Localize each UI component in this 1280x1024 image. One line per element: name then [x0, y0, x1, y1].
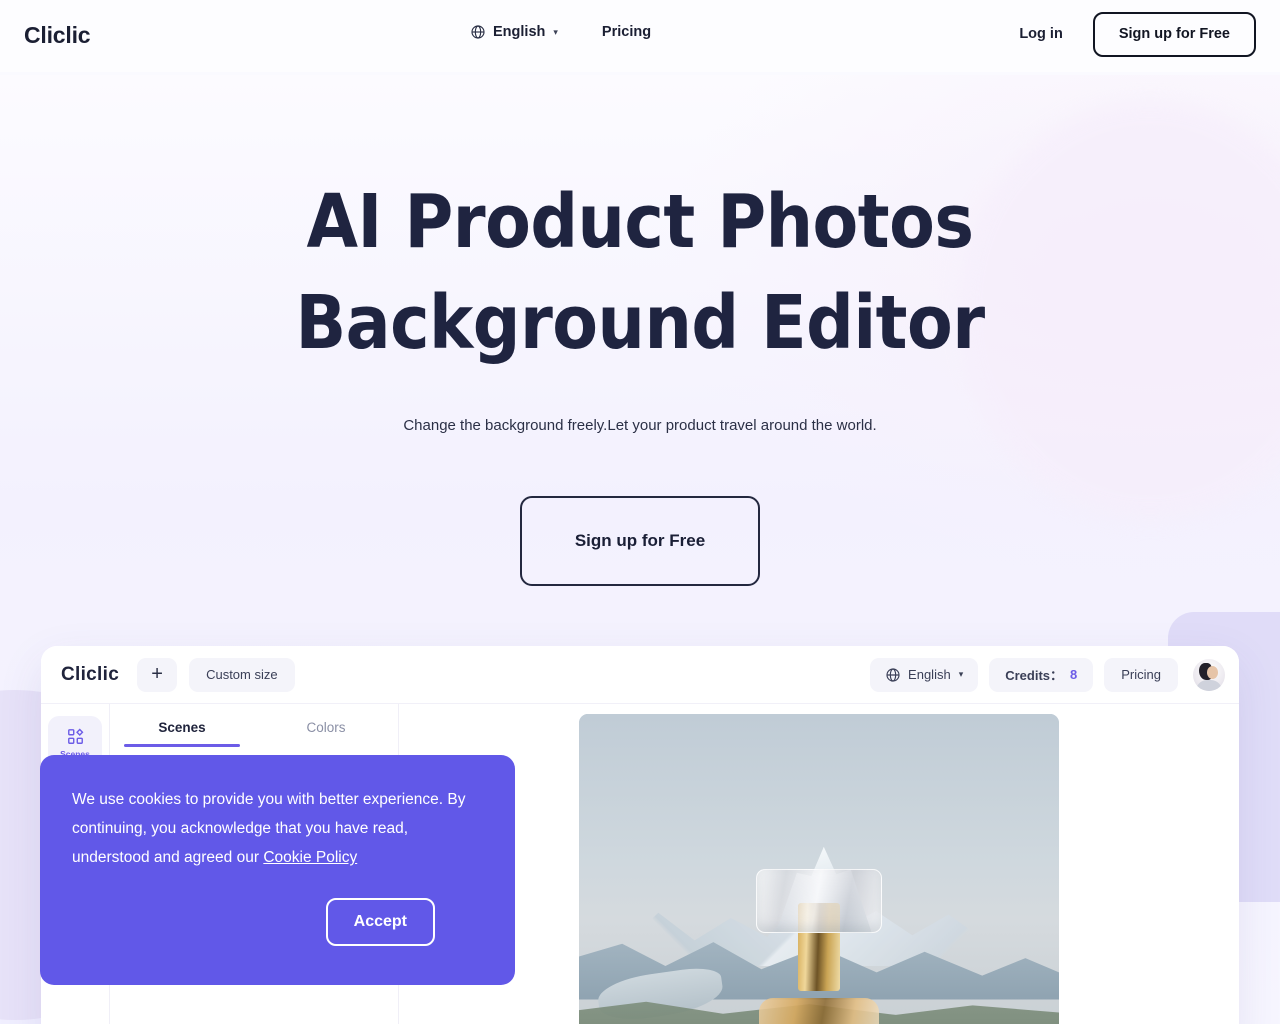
- add-project-button[interactable]: +: [137, 657, 178, 692]
- chevron-down-icon: ▾: [553, 26, 558, 37]
- avatar-body: [1196, 679, 1222, 691]
- hero-section: AI Product Photos Background Editor Chan…: [0, 72, 1280, 587]
- app-toolbar: Cliclic + Custom size English ▾ Credits：…: [41, 646, 1239, 704]
- cookie-consent-banner: We use cookies to provide you with bette…: [40, 755, 515, 985]
- perfume-bottle: [753, 841, 885, 1024]
- credits-chip[interactable]: Credits： 8: [989, 657, 1094, 692]
- app-language-selector[interactable]: English ▾: [870, 657, 979, 692]
- avatar[interactable]: [1193, 658, 1225, 691]
- bottle-cap: [756, 869, 882, 933]
- cookie-policy-link[interactable]: Cookie Policy: [263, 849, 357, 866]
- hero-cta-wrapper: Sign up for Free: [0, 496, 1280, 587]
- signup-button-header[interactable]: Sign up for Free: [1092, 12, 1256, 57]
- panel-tabs: Scenes Colors: [110, 704, 398, 750]
- hero-subtitle: Change the background freely.Let your pr…: [403, 417, 877, 435]
- hero-title-line-2: Background Editor: [295, 279, 985, 366]
- brand-logo[interactable]: Cliclic: [24, 22, 91, 49]
- custom-size-button[interactable]: Custom size: [189, 657, 295, 692]
- app-canvas-area: [399, 704, 1239, 1024]
- globe-icon: [886, 667, 900, 682]
- accept-cookies-button[interactable]: Accept: [325, 898, 435, 947]
- nav-link-pricing[interactable]: Pricing: [602, 24, 651, 40]
- chevron-down-icon: ▾: [958, 669, 964, 679]
- app-brand-logo[interactable]: Cliclic: [61, 664, 119, 686]
- credits-label: Credits：: [1005, 668, 1064, 683]
- primary-nav: English ▾ Pricing: [470, 24, 651, 40]
- credits-value: 8: [1070, 667, 1078, 682]
- app-toolbar-right: English ▾ Credits： 8 Pricing: [870, 657, 1225, 692]
- login-link[interactable]: Log in: [1019, 26, 1063, 42]
- signup-button-hero[interactable]: Sign up for Free: [520, 496, 760, 587]
- tab-colors[interactable]: Colors: [254, 704, 398, 750]
- cookie-actions: Accept: [72, 898, 485, 947]
- scenes-grid-icon: [67, 728, 83, 744]
- language-selector[interactable]: English ▾: [470, 24, 558, 40]
- cookie-message: We use cookies to provide you with bette…: [72, 785, 477, 872]
- bottle-flask: [759, 998, 879, 1024]
- site-header: Cliclic English ▾ Pricing Log in Sign up…: [0, 0, 1280, 72]
- avatar-face: [1207, 665, 1218, 679]
- tab-scenes[interactable]: Scenes: [110, 704, 254, 750]
- hero-title-line-1: AI Product Photos: [306, 179, 974, 265]
- language-label: English: [493, 24, 546, 40]
- app-pricing-button[interactable]: Pricing: [1104, 657, 1178, 692]
- app-language-label: English: [908, 667, 951, 682]
- globe-icon: [471, 25, 485, 39]
- page-title: AI Product Photos Background Editor: [0, 172, 1280, 373]
- product-photo-preview[interactable]: [579, 714, 1059, 1024]
- header-actions: Log in Sign up for Free: [1019, 12, 1256, 57]
